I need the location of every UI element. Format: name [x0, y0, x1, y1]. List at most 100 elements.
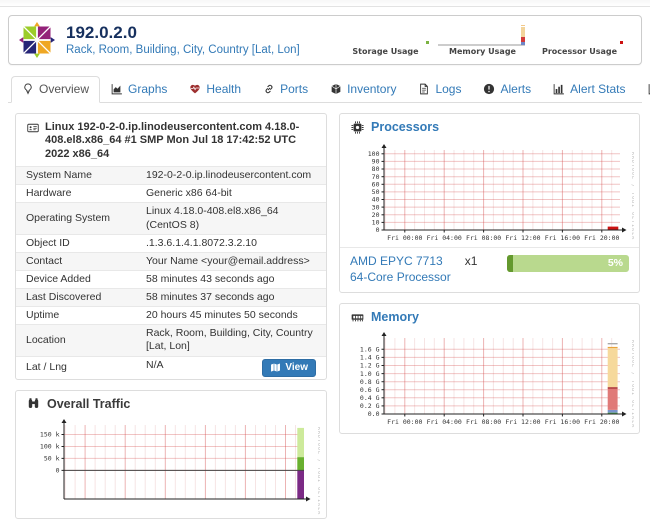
- svg-text:Fri 04:00: Fri 04:00: [427, 418, 462, 426]
- table-row: Device Added58 minutes 43 seconds ago: [16, 270, 326, 288]
- svg-text:0.4 G: 0.4 G: [360, 394, 380, 402]
- svg-text:20: 20: [372, 211, 380, 219]
- table-row: HardwareGeneric x86 64-bit: [16, 185, 326, 203]
- view-location-button[interactable]: View: [262, 359, 316, 377]
- table-row: ContactYour Name <your@email.address>: [16, 252, 326, 270]
- row-label: Uptime: [16, 307, 136, 325]
- table-row: Operating SystemLinux 4.18.0-408.el8.x86…: [16, 203, 326, 234]
- svg-text:0.2 G: 0.2 G: [360, 402, 380, 410]
- memory-graph[interactable]: 0.00.2 G0.4 G0.6 G0.8 G1.0 G1.2 G1.4 G1.…: [340, 330, 639, 433]
- tab-ports[interactable]: Ports: [252, 76, 319, 103]
- svg-text:Fri 08:00: Fri 08:00: [466, 418, 501, 426]
- processor-usage-mini-graph[interactable]: Processor Usage: [532, 25, 627, 56]
- svg-text:0: 0: [376, 226, 380, 234]
- svg-text:0.0: 0.0: [368, 410, 380, 418]
- system-description: Linux 192-0-2-0.ip.linodeusercontent.com…: [45, 121, 315, 161]
- processors-panel: Processors 0102030405060708090100Fri 00:…: [339, 113, 640, 293]
- memory-usage-label: Memory Usage: [435, 47, 530, 56]
- processors-graph[interactable]: 0102030405060708090100Fri 00:00Fri 04:00…: [340, 140, 639, 247]
- svg-text:80: 80: [372, 165, 380, 173]
- tab-label: Graphs: [128, 82, 167, 96]
- svg-text:Fri 12:00: Fri 12:00: [505, 234, 540, 242]
- left-column: Linux 192-0-2-0.ip.linodeusercontent.com…: [15, 113, 327, 529]
- binoculars-icon: [27, 397, 40, 410]
- svg-text:Fri 12:00: Fri 12:00: [505, 418, 540, 426]
- tab-label: Health: [206, 82, 241, 96]
- tab-health[interactable]: Health: [178, 76, 252, 103]
- processor-usage-label: Processor Usage: [532, 47, 627, 56]
- tab-latency[interactable]: Latency: [637, 76, 650, 103]
- tab-alert-stats[interactable]: Alert Stats: [542, 76, 636, 103]
- map-icon: [270, 362, 281, 373]
- file-icon: [418, 83, 430, 95]
- svg-text:40: 40: [372, 196, 380, 204]
- storage-usage-label: Storage Usage: [338, 47, 433, 56]
- processor-list-item: AMD EPYC 7713 x1 64-Core Processor 5%: [340, 247, 639, 292]
- area-chart-icon: [111, 83, 123, 95]
- link-icon: [263, 83, 275, 95]
- bar-chart-icon: [553, 83, 565, 95]
- table-row: Lat / LngN/AView: [16, 356, 326, 379]
- cpu-count: x1: [465, 254, 478, 268]
- tab-label: Alerts: [500, 82, 531, 96]
- overall-traffic-graph[interactable]: 050 k100 k150 kRRDTOOL / TOBI OETIKER: [16, 417, 326, 518]
- svg-text:Fri 04:00: Fri 04:00: [427, 234, 462, 242]
- svg-text:Fri 00:00: Fri 00:00: [387, 418, 422, 426]
- tab-label: Alert Stats: [570, 82, 625, 96]
- svg-text:1.0 G: 1.0 G: [360, 370, 380, 378]
- tab-alerts[interactable]: Alerts: [472, 76, 542, 103]
- overall-traffic-title: Overall Traffic: [47, 397, 130, 411]
- tab-overview[interactable]: Overview: [11, 76, 100, 103]
- row-label: Location: [16, 325, 136, 356]
- row-value: 20 hours 45 minutes 50 seconds: [136, 307, 326, 325]
- memory-usage-mini-graph[interactable]: Memory Usage: [435, 25, 530, 56]
- tab-graphs[interactable]: Graphs: [100, 76, 178, 103]
- tab-label: Inventory: [347, 82, 396, 96]
- row-label: System Name: [16, 167, 136, 185]
- right-column: Processors 0102030405060708090100Fri 00:…: [339, 113, 640, 444]
- alert-circle-icon: [483, 83, 495, 95]
- row-value: 58 minutes 37 seconds ago: [136, 289, 326, 307]
- cpu-name-link[interactable]: AMD EPYC 7713: [350, 254, 443, 268]
- overall-traffic-heading: Overall Traffic: [16, 391, 326, 417]
- svg-text:Fri 20:00: Fri 20:00: [584, 234, 619, 242]
- navbar-bottom-edge: [0, 0, 650, 7]
- memory-title: Memory: [371, 310, 419, 324]
- lightbulb-icon: [22, 83, 34, 95]
- memory-heading: Memory: [340, 304, 639, 330]
- device-location-link[interactable]: Rack, Room, Building, City, Country [Lat…: [66, 44, 300, 56]
- tab-logs[interactable]: Logs: [407, 76, 472, 103]
- tab-label: Ports: [280, 82, 308, 96]
- table-row: LocationRack, Room, Building, City, Coun…: [16, 325, 326, 356]
- memory-panel: Memory 0.00.2 G0.4 G0.6 G0.8 G1.0 G1.2 G…: [339, 303, 640, 434]
- device-titles: 192.0.2.0 Rack, Room, Building, City, Co…: [66, 24, 300, 57]
- system-info-table: System Name192-0-2-0.ip.linodeuserconten…: [16, 166, 326, 378]
- storage-usage-mini-graph[interactable]: Storage Usage: [338, 25, 433, 56]
- row-label: Object ID: [16, 234, 136, 252]
- svg-text:RRDTOOL / TOBI OETIKER: RRDTOOL / TOBI OETIKER: [316, 427, 320, 515]
- row-value: N/AView: [136, 356, 326, 379]
- content-area: Linux 192-0-2-0.ip.linodeusercontent.com…: [0, 103, 650, 529]
- svg-text:Fri 16:00: Fri 16:00: [545, 418, 580, 426]
- tab-label: Logs: [435, 82, 461, 96]
- row-label: Contact: [16, 252, 136, 270]
- row-label: Operating System: [16, 203, 136, 234]
- row-label: Lat / Lng: [16, 356, 136, 379]
- row-value: .1.3.6.1.4.1.8072.3.2.10: [136, 234, 326, 252]
- cpu-usage-bar: 5%: [507, 255, 629, 272]
- svg-text:1.2 G: 1.2 G: [360, 362, 380, 370]
- tab-inventory[interactable]: Inventory: [319, 76, 407, 103]
- system-info-heading: Linux 192-0-2-0.ip.linodeusercontent.com…: [16, 114, 326, 166]
- table-row: Uptime20 hours 45 minutes 50 seconds: [16, 307, 326, 325]
- svg-text:50: 50: [372, 188, 380, 196]
- row-value: 192-0-2-0.ip.linodeusercontent.com: [136, 167, 326, 185]
- system-info-panel: Linux 192-0-2-0.ip.linodeusercontent.com…: [15, 113, 327, 380]
- svg-text:1.4 G: 1.4 G: [360, 354, 380, 362]
- svg-text:70: 70: [372, 173, 380, 181]
- svg-text:0.6 G: 0.6 G: [360, 386, 380, 394]
- svg-text:150 k: 150 k: [40, 430, 60, 438]
- svg-text:100: 100: [368, 150, 380, 158]
- id-card-icon: [27, 122, 39, 161]
- table-row: Last Discovered58 minutes 37 seconds ago: [16, 289, 326, 307]
- heartbeat-icon: [189, 83, 201, 95]
